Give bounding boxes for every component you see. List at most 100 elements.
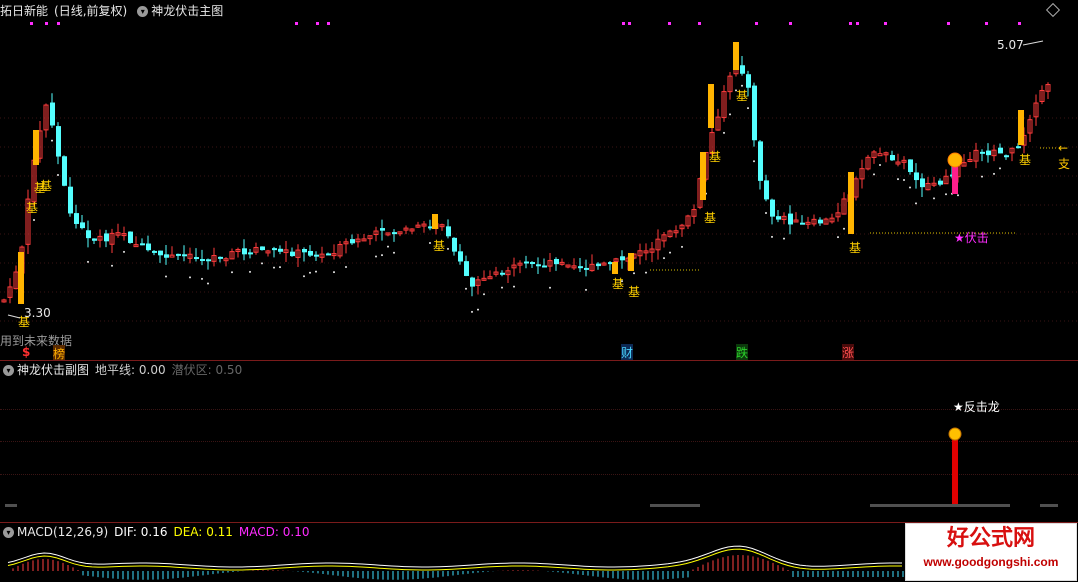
candle-body [908,159,913,173]
support-dot [747,107,749,110]
magenta-signal-dot [57,22,60,25]
support-dot [201,277,203,280]
support-dot [231,271,233,274]
candle-body [272,248,277,251]
candle-body [1004,155,1009,158]
candle-body [890,155,895,161]
support-dot [771,235,773,238]
price-high-label: 5.07 [997,38,1024,52]
candle-body [260,246,265,251]
magenta-signal-dot [947,22,950,25]
candle-body [164,254,169,258]
magenta-signal-dot [30,22,33,25]
candle-body [242,248,247,255]
candle-body [464,261,469,276]
candle-body [80,222,85,229]
support-dot [903,179,905,182]
magenta-signal-dot [856,22,859,25]
highlight-bar [612,262,618,274]
watermark-title: 好公式网 [946,526,1035,551]
highlight-bar [733,42,739,70]
candle-body [554,258,559,265]
support-dot [393,251,395,254]
magenta-signal-dot [327,22,330,25]
candle-body [314,254,319,257]
support-dot [585,288,587,291]
candle-body [86,230,91,239]
support-dot [837,236,839,239]
candle-body [536,264,541,267]
candle-body [350,239,355,244]
highlight-bar [708,84,714,128]
candle-body [938,180,943,185]
candle-body [62,156,67,186]
support-dot [723,131,725,134]
magenta-signal-dot [985,22,988,25]
highlight-bar [33,130,39,165]
ji-label: 基 [1019,153,1031,167]
support-dot [465,287,467,290]
candle-body [752,85,757,141]
candle-body [524,261,529,264]
support-dot [783,237,785,240]
support-dot [729,113,731,116]
candle-body [128,231,133,243]
candlestick-chart[interactable]: 基基基基基基基基基基基基 [0,0,1078,360]
baseline-segment [5,504,17,507]
candle-body [206,259,211,262]
support-dot [669,251,671,254]
magenta-signal-dot [789,22,792,25]
support-dot [945,193,947,196]
candle-body [500,272,505,275]
candle-body [596,263,601,267]
support-dot [315,270,317,273]
sub-chart-pane[interactable]: ▾ 神龙伏击副图 地平线: 0.00 潜伏区: 0.50 ★反击龙 [0,361,1078,522]
highlight-bar [432,214,438,229]
candle-body [998,147,1003,154]
support-dot [909,186,911,189]
candle-body [218,256,223,259]
candle-body [152,250,157,253]
magenta-signal-dot [755,22,758,25]
support-dot [513,285,515,288]
marker-dollar: $ [22,345,31,359]
candle-body [458,251,463,262]
candle-body [740,65,745,74]
signal-label: ★反击龙 [953,400,1000,414]
highlight-bar [848,172,854,234]
candle-body [452,237,457,252]
support-dot [483,293,485,296]
support-dot [753,160,755,163]
candle-body [194,257,199,260]
candle-body [169,254,175,258]
highlight-bar [700,152,706,200]
ji-label: 基 [704,211,716,225]
candle-body [470,277,475,287]
support-dot [843,227,845,230]
highlight-bar [1018,110,1024,145]
ji-label: 基 [26,201,38,215]
candle-body [758,141,763,181]
marker-die: 跌 [736,344,749,361]
marker-cai: 财 [621,344,634,361]
support-dot [447,247,449,250]
support-dot [111,264,113,267]
baseline-segment [650,504,700,507]
candle-body [278,248,283,252]
signal-coin-icon [948,427,962,441]
candle-body [146,243,151,251]
magenta-signal-dot [45,22,48,25]
support-dot [933,197,935,200]
watermark-url: www.goodgongshi.com [923,555,1059,569]
support-dot [501,286,503,289]
candle-body [302,248,307,253]
support-dot [87,260,89,263]
magenta-signal-dot [668,22,671,25]
support-dot [33,219,35,222]
signal-coin-icon [947,152,963,168]
support-dot [633,272,635,275]
baseline-segment [870,504,1010,507]
signal-column [952,439,958,506]
main-chart-pane[interactable]: 拓日新能 (日线,前复权) ▾ 神龙伏击主图 基基基基基基基基基基基基 5.07 3.… [0,0,1078,362]
support-dot [897,178,899,181]
